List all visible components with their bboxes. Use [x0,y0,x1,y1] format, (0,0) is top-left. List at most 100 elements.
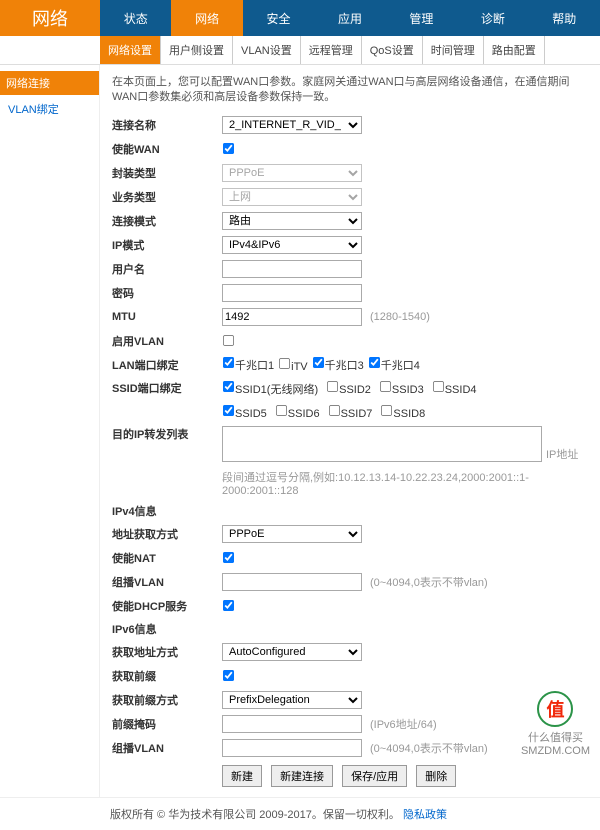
select-conn-mode[interactable]: 路由 [222,212,362,230]
sidebar-heading: 网络连接 [0,71,99,95]
hint-dst-ip: 段间通过逗号分隔,例如:10.12.13.14-10.22.23.24,2000… [222,469,588,497]
intro-text: 在本页面上，您可以配置WAN口参数。家庭网关通过WAN口与高层网络设备通信，在通… [112,75,588,106]
label-encapsulation: 封装类型 [112,165,222,181]
new-conn-button[interactable]: 新建连接 [271,765,333,787]
label-password: 密码 [112,285,222,301]
label-username: 用户名 [112,261,222,277]
subtab-远程管理[interactable]: 远程管理 [301,36,362,64]
select-addr-mode[interactable]: PPPoE [222,525,362,543]
input-mcast-vlan6[interactable] [222,739,362,757]
textarea-dst-ip[interactable] [222,426,542,462]
main-tabs: 状态网络安全应用管理诊断帮助 [100,0,600,36]
tab-网络[interactable]: 网络 [171,0,242,36]
hint-prefix-mask6: (IPv6地址/64) [370,716,437,732]
new-button[interactable]: 新建 [222,765,262,787]
sidebar: 网络连接 VLAN绑定 [0,65,100,797]
ssid-bind-label-SSID2: SSID2 [339,384,371,396]
ssid-bind-label-SSID3: SSID3 [392,384,424,396]
ssid-bind-checkbox-SSID1(无线网络)[interactable] [223,381,234,392]
label-mcast-vlan6: 组播VLAN [112,740,222,756]
label-enable-dhcp: 使能DHCP服务 [112,598,222,614]
select-encapsulation[interactable]: PPPoE [222,164,362,182]
footer: 版权所有 © 华为技术有限公司 2009-2017。保留一切权利。 隐私政策 [0,797,600,830]
subtab-网络设置[interactable]: 网络设置 [100,36,161,64]
lan-bind-label-千兆口4: 千兆口4 [381,360,420,372]
hint-mtu: (1280-1540) [370,311,430,323]
label-ssid-bind: SSID端口绑定 [112,380,222,396]
delete-button[interactable]: 删除 [416,765,456,787]
tab-诊断[interactable]: 诊断 [457,0,528,36]
ssid-bind-checkbox-SSID5[interactable] [223,405,234,416]
label-link-name: 连接名称 [112,117,222,133]
input-username[interactable] [222,260,362,278]
label-enable-vlan: 启用VLAN [112,333,222,349]
subtab-用户侧设置[interactable]: 用户侧设置 [161,36,233,64]
input-mcast-vlan4[interactable] [222,573,362,591]
content-area: 在本页面上，您可以配置WAN口参数。家庭网关通过WAN口与高层网络设备通信，在通… [100,65,600,797]
lan-bind-label-千兆口1: 千兆口1 [235,360,274,372]
subtab-路由配置[interactable]: 路由配置 [484,36,545,64]
ssid-bind-label-SSID1(无线网络): SSID1(无线网络) [235,384,318,396]
input-mtu[interactable] [222,308,362,326]
checkbox-enable-nat[interactable] [223,552,234,563]
tab-安全[interactable]: 安全 [243,0,314,36]
ssid-bind-checkbox-SSID6[interactable] [276,405,287,416]
lan-bind-checkbox-iTV[interactable] [279,358,290,369]
ssid-bind-checkbox-SSID7[interactable] [329,405,340,416]
label-addr-mode6: 获取地址方式 [112,644,222,660]
input-prefix-mask6[interactable] [222,715,362,733]
label-prefix-mask6: 前缀掩码 [112,716,222,732]
ssid-bind-checkbox-SSID4[interactable] [433,381,444,392]
subtab-时间管理[interactable]: 时间管理 [423,36,484,64]
footer-copyright: 版权所有 © 华为技术有限公司 2009-2017。保留一切权利。 [110,809,400,821]
hint-mcast-vlan6: (0~4094,0表示不带vlan) [370,740,488,756]
label-enable-wan: 使能WAN [112,141,222,157]
subtab-VLAN设置[interactable]: VLAN设置 [233,36,301,64]
label-enable-nat: 使能NAT [112,550,222,566]
label-addr-mode: 地址获取方式 [112,526,222,542]
input-password[interactable] [222,284,362,302]
select-prefix-mode6[interactable]: PrefixDelegation [222,691,362,709]
ssid-bind-label-SSID8: SSID8 [393,408,425,420]
label-dst-ip: 目的IP转发列表 [112,426,222,442]
select-service-type[interactable]: 上网 [222,188,362,206]
lan-bind-checkbox-千兆口1[interactable] [223,357,234,368]
checkbox-prefix6[interactable] [223,670,234,681]
select-ip-mode[interactable]: IPv4&IPv6 [222,236,362,254]
section-ipv6: IPv6信息 [112,621,588,637]
select-addr-mode6[interactable]: AutoConfigured [222,643,362,661]
lan-bind-checkbox-千兆口4[interactable] [369,357,380,368]
label-prefix-mode6: 获取前缀方式 [112,692,222,708]
ssid-bind-checkbox-SSID3[interactable] [380,381,391,392]
lan-bind-label-千兆口3: 千兆口3 [325,360,364,372]
hint-mcast-vlan4: (0~4094,0表示不带vlan) [370,574,488,590]
lan-bind-checkbox-千兆口3[interactable] [313,357,324,368]
ssid-bind-checkbox-SSID2[interactable] [327,381,338,392]
label-mcast-vlan4: 组播VLAN [112,574,222,590]
subtabs: 网络设置用户侧设置VLAN设置远程管理QoS设置时间管理路由配置 [0,36,600,65]
label-lan-bind: LAN端口绑定 [112,357,222,373]
tab-状态[interactable]: 状态 [100,0,171,36]
ssid-bind-label-SSID5: SSID5 [235,408,267,420]
label-conn-mode: 连接模式 [112,213,222,229]
save-button[interactable]: 保存/应用 [342,765,407,787]
ssid-bind-label-SSID7: SSID7 [341,408,373,420]
section-ipv4: IPv4信息 [112,503,588,519]
label-dst-ip-suffix: IP地址 [546,446,578,462]
subtab-QoS设置[interactable]: QoS设置 [362,36,423,64]
ssid-bind-label-SSID4: SSID4 [445,384,477,396]
tab-应用[interactable]: 应用 [314,0,385,36]
checkbox-enable-vlan[interactable] [223,335,234,346]
brand-title: 网络 [0,0,100,36]
select-link-name[interactable]: 2_INTERNET_R_VID_ [222,116,362,134]
ssid-bind-label-SSID6: SSID6 [288,408,320,420]
tab-管理[interactable]: 管理 [386,0,457,36]
checkbox-enable-wan[interactable] [223,143,234,154]
label-service-type: 业务类型 [112,189,222,205]
ssid-bind-checkbox-SSID8[interactable] [381,405,392,416]
sidebar-item-vlan-bind[interactable]: VLAN绑定 [0,95,99,123]
checkbox-enable-dhcp[interactable] [223,600,234,611]
label-mtu: MTU [112,311,222,323]
tab-帮助[interactable]: 帮助 [529,0,600,36]
footer-privacy-link[interactable]: 隐私政策 [403,809,447,821]
